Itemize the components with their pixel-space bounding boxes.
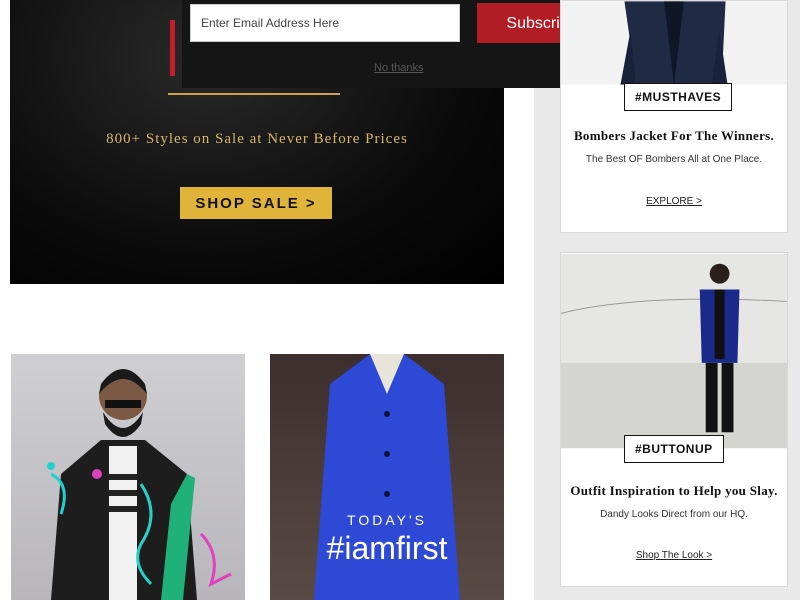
shop-the-look-link[interactable]: Shop The Look > <box>561 550 787 561</box>
card-title: Outfit Inspiration to Help you Slay. <box>570 483 778 498</box>
shop-sale-button[interactable]: SHOP SALE > <box>180 187 332 219</box>
outfit-model-image <box>561 253 787 449</box>
tag-buttonup: #BUTTONUP <box>624 435 724 463</box>
todays-label: TODAY'S <box>347 512 427 528</box>
newsletter-popup: Subscribe No thanks <box>182 0 614 88</box>
no-thanks-link[interactable]: No thanks <box>374 62 424 74</box>
hero-tagline: 800+ Styles on Sale at Never Before Pric… <box>106 131 408 147</box>
card-buttonup[interactable]: #BUTTONUP Outfit Inspiration to Help you… <box>560 252 788 587</box>
email-input[interactable] <box>190 4 460 42</box>
party-man-illustration <box>47 369 232 600</box>
bomber-jacket-image <box>561 1 787 85</box>
card-subtitle: The Best OF Bombers All at One Place. <box>585 154 763 165</box>
promo-party-image[interactable] <box>11 354 245 600</box>
hero-divider <box>168 93 340 95</box>
card-title: Bombers Jacket For The Winners. <box>573 128 775 143</box>
card-subtitle: Dandy Looks Direct from our HQ. <box>600 509 748 520</box>
iamfirst-hashtag: #iamfirst <box>326 530 448 566</box>
card-bombers[interactable]: #MUSTHAVES Bombers Jacket For The Winner… <box>560 0 788 233</box>
explore-link[interactable]: EXPLORE > <box>561 196 787 207</box>
tag-musthaves: #MUSTHAVES <box>624 83 733 111</box>
promo-iamfirst-image[interactable]: TODAY'S #iamfirst <box>270 354 504 600</box>
